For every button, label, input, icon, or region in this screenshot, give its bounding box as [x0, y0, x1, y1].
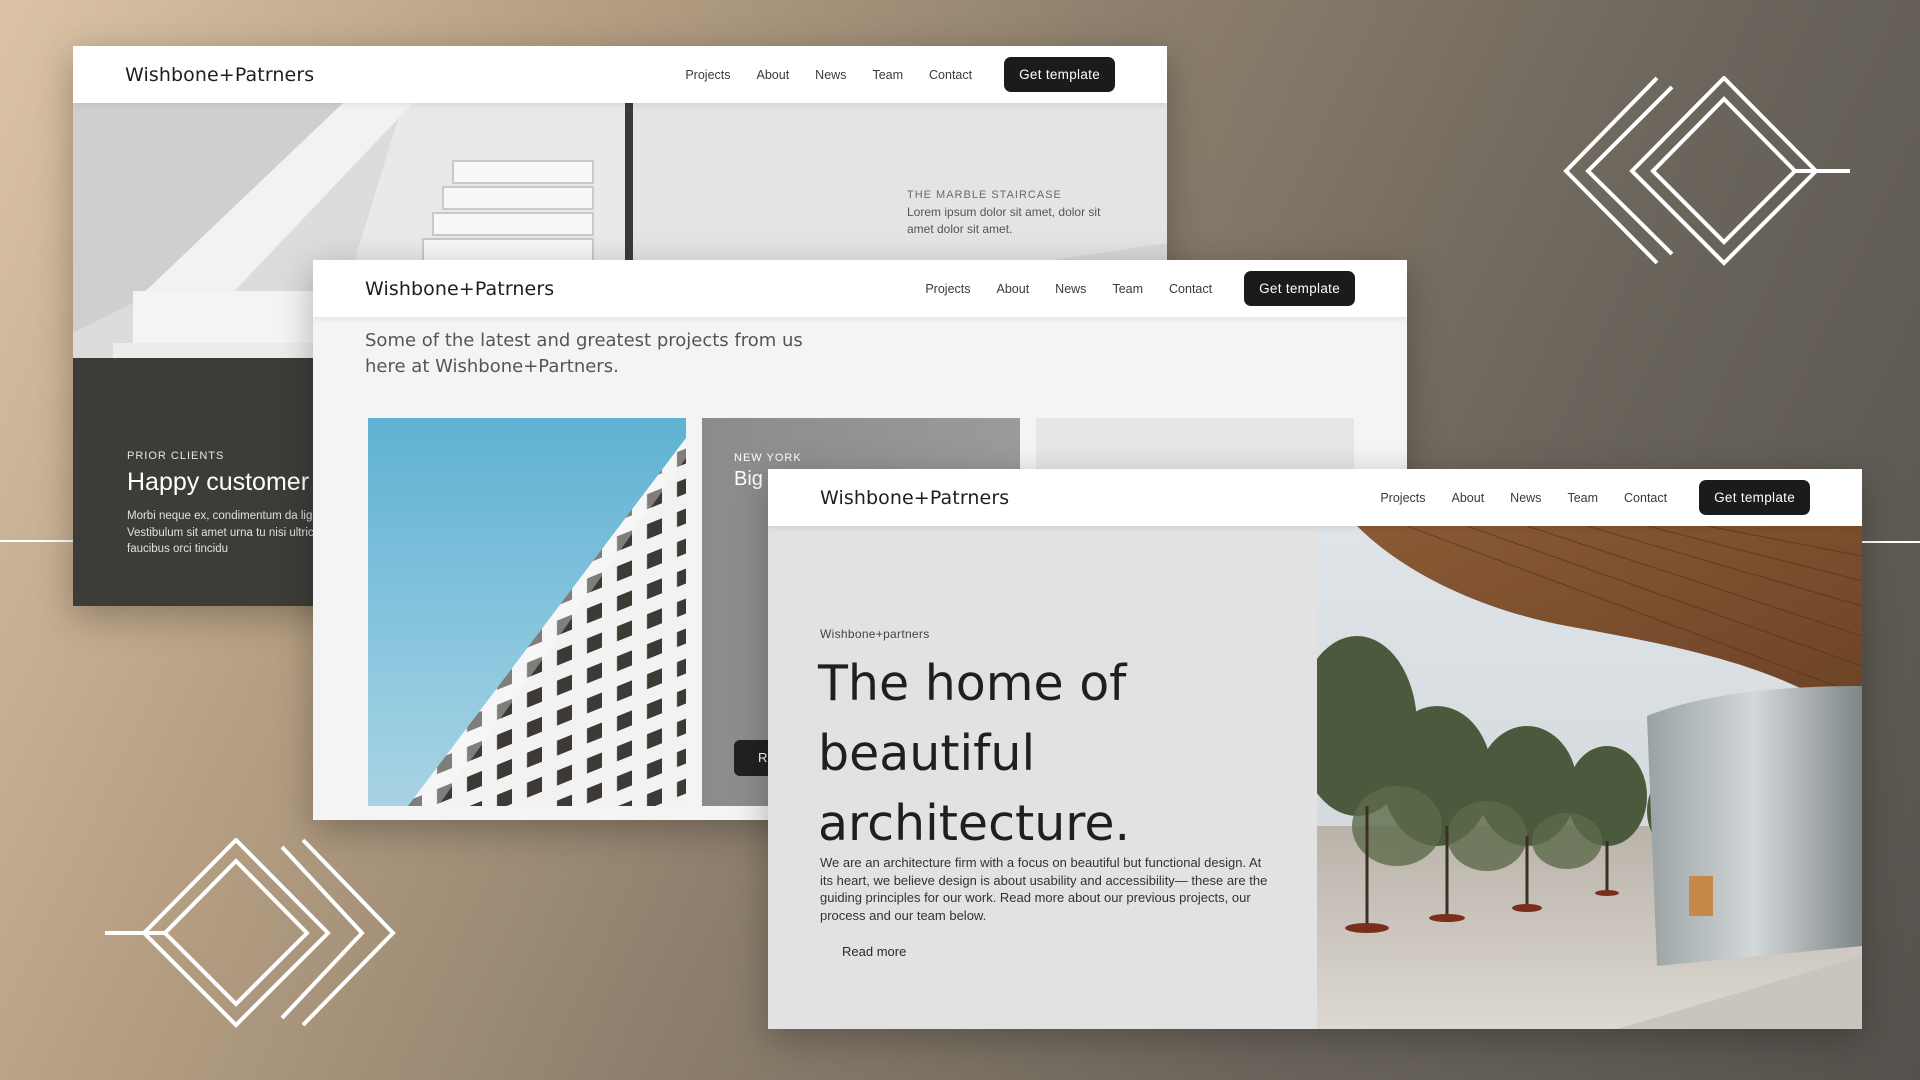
get-template-button[interactable]: Get template	[1244, 271, 1355, 306]
brand-logo[interactable]: Wishbone+Patrners	[365, 278, 554, 300]
clients-heading: Happy customer	[127, 468, 310, 496]
nav-news[interactable]: News	[815, 68, 846, 82]
nav-contact[interactable]: Contact	[929, 68, 972, 82]
nav-links: Projects About News Team Contact Get tem…	[1367, 480, 1862, 515]
caption-text: Lorem ipsum dolor sit amet, dolor sit am…	[907, 205, 1101, 236]
card-title: Big	[734, 468, 763, 490]
hero-kicker: Wishbone+partners	[820, 627, 930, 641]
nav-team[interactable]: Team	[1567, 491, 1598, 505]
nav-projects[interactable]: Projects	[1380, 491, 1425, 505]
nav-links: Projects About News Team Contact Get tem…	[672, 57, 1167, 92]
projects-intro: Some of the latest and greatest projects…	[365, 330, 803, 377]
project-card-building[interactable]	[368, 418, 686, 806]
navbar: Wishbone+Patrners Projects About News Te…	[768, 469, 1862, 526]
nav-about[interactable]: About	[1452, 491, 1485, 505]
decorative-line-left	[0, 540, 73, 542]
nav-contact[interactable]: Contact	[1169, 282, 1212, 296]
staircase-caption: THE MARBLE STAIRCASE Lorem ipsum dolor s…	[907, 187, 1117, 238]
get-template-button[interactable]: Get template	[1004, 57, 1115, 92]
nav-projects[interactable]: Projects	[925, 282, 970, 296]
nav-about[interactable]: About	[997, 282, 1030, 296]
get-template-button[interactable]: Get template	[1699, 480, 1810, 515]
nav-team[interactable]: Team	[872, 68, 903, 82]
website-window-front: Wishbone+Patrners Projects About News Te…	[768, 469, 1862, 1029]
campus-architecture-image	[1317, 526, 1862, 1029]
nav-about[interactable]: About	[757, 68, 790, 82]
nav-links: Projects About News Team Contact Get tem…	[912, 271, 1407, 306]
nav-news[interactable]: News	[1055, 282, 1086, 296]
clients-kicker: PRIOR CLIENTS	[127, 450, 225, 462]
brand-logo[interactable]: Wishbone+Patrners	[820, 487, 1009, 509]
caption-title: THE MARBLE STAIRCASE	[907, 189, 1062, 201]
nav-projects[interactable]: Projects	[685, 68, 730, 82]
brand-logo[interactable]: Wishbone+Patrners	[125, 64, 314, 86]
nav-news[interactable]: News	[1510, 491, 1541, 505]
navbar: Wishbone+Patrners Projects About News Te…	[313, 260, 1407, 317]
diamond-logo-icon-bottom	[105, 838, 396, 1028]
hero-title: The home of beautiful architecture.	[818, 655, 1131, 852]
nav-team[interactable]: Team	[1112, 282, 1143, 296]
read-more-link[interactable]: Read more	[842, 944, 906, 959]
decorative-line-right	[1862, 541, 1920, 543]
card-kicker: NEW YORK	[734, 452, 802, 464]
hero-description: We are an architecture firm with a focus…	[820, 855, 1268, 923]
diamond-logo-icon-top	[1563, 76, 1850, 266]
navbar: Wishbone+Patrners Projects About News Te…	[73, 46, 1167, 103]
nav-contact[interactable]: Contact	[1624, 491, 1667, 505]
